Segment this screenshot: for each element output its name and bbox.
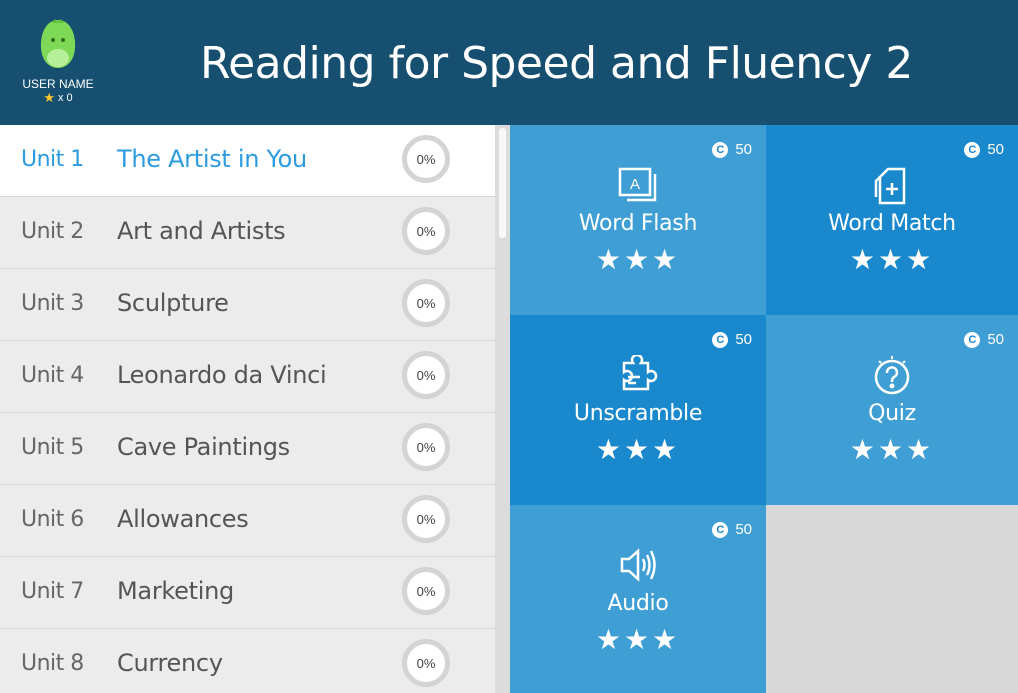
- unit-number: Unit 7: [21, 579, 84, 604]
- card-add-icon: [766, 165, 1018, 205]
- unit-number: Unit 5: [21, 435, 84, 460]
- activity-label: Audio: [607, 591, 669, 616]
- coin-icon: C: [712, 521, 729, 538]
- unit-row-8[interactable]: Unit 8 Currency 0%: [0, 629, 495, 693]
- activity-quiz[interactable]: C 50 Quiz ★★★: [766, 315, 1018, 505]
- progress-circle: 0%: [402, 423, 450, 471]
- unit-number: Unit 3: [21, 291, 84, 316]
- app-header: USER NAME ★ x 0 Reading for Speed and Fl…: [0, 0, 1018, 125]
- activity-word-match[interactable]: C 50 Word Match ★★★: [766, 125, 1018, 315]
- progress-circle: 0%: [402, 207, 450, 255]
- activity-unscramble[interactable]: C 50 Unscramble ★★★: [510, 315, 766, 505]
- unit-title: Leonardo da Vinci: [117, 361, 327, 389]
- activity-label: Word Match: [828, 211, 956, 236]
- activity-label: Quiz: [868, 401, 916, 426]
- unit-row-7[interactable]: Unit 7 Marketing 0%: [0, 557, 495, 629]
- coin-value: 50: [735, 331, 752, 348]
- coin-icon: C: [964, 141, 981, 158]
- progress-circle: 0%: [402, 495, 450, 543]
- unit-row-2[interactable]: Unit 2 Art and Artists 0%: [0, 197, 495, 269]
- progress-circle: 0%: [402, 639, 450, 687]
- scrollbar-thumb[interactable]: [499, 128, 506, 238]
- rating-stars: ★★★: [849, 244, 935, 275]
- unit-number: Unit 8: [21, 651, 84, 676]
- coin-reward: C 50: [712, 331, 752, 348]
- rating-stars: ★★★: [595, 434, 681, 465]
- coin-value: 50: [987, 141, 1004, 158]
- progress-circle: 0%: [402, 351, 450, 399]
- unit-number: Unit 2: [21, 219, 84, 244]
- progress-circle: 0%: [402, 567, 450, 615]
- coin-value: 50: [735, 521, 752, 538]
- progress-circle: 0%: [402, 135, 450, 183]
- activity-word-flash[interactable]: C 50 A Word Flash ★★★: [510, 125, 766, 315]
- rating-stars: ★★★: [595, 624, 681, 655]
- unit-number: Unit 1: [21, 147, 84, 172]
- unit-title: Art and Artists: [117, 217, 286, 245]
- unit-title: Sculpture: [117, 289, 229, 317]
- coin-reward: C 50: [712, 141, 752, 158]
- coin-value: 50: [987, 331, 1004, 348]
- activity-label: Unscramble: [573, 401, 703, 426]
- svg-text:A: A: [630, 176, 640, 193]
- activity-audio[interactable]: C 50 Audio ★★★: [510, 505, 766, 693]
- user-name-label: USER NAME: [22, 77, 94, 91]
- coin-icon: C: [712, 141, 729, 158]
- rating-stars: ★★★: [595, 244, 681, 275]
- mascot-avatar-icon: [40, 19, 76, 68]
- rating-stars: ★★★: [849, 434, 935, 465]
- user-profile[interactable]: USER NAME ★ x 0: [18, 18, 98, 104]
- coin-reward: C 50: [964, 141, 1004, 158]
- speaker-icon: [510, 545, 766, 585]
- star-count: ★ x 0: [18, 91, 98, 104]
- coin-reward: C 50: [964, 331, 1004, 348]
- unit-title: Marketing: [117, 577, 234, 605]
- puzzle-icon: [510, 355, 766, 395]
- unit-list: Unit 1 The Artist in You 0% Unit 2 Art a…: [0, 125, 495, 693]
- coin-icon: C: [964, 331, 981, 348]
- page-title: Reading for Speed and Fluency 2: [200, 38, 913, 89]
- unit-row-4[interactable]: Unit 4 Leonardo da Vinci 0%: [0, 341, 495, 413]
- coin-icon: C: [712, 331, 729, 348]
- unit-title: Allowances: [117, 505, 249, 533]
- unit-title: Currency: [117, 649, 223, 677]
- unit-row-6[interactable]: Unit 6 Allowances 0%: [0, 485, 495, 557]
- unit-row-5[interactable]: Unit 5 Cave Paintings 0%: [0, 413, 495, 485]
- unit-row-3[interactable]: Unit 3 Sculpture 0%: [0, 269, 495, 341]
- progress-circle: 0%: [402, 279, 450, 327]
- star-count-value: x 0: [57, 91, 73, 104]
- flashcard-icon: A: [510, 165, 766, 205]
- coin-reward: C 50: [712, 521, 752, 538]
- coin-value: 50: [735, 141, 752, 158]
- unit-row-1[interactable]: Unit 1 The Artist in You 0%: [0, 125, 495, 197]
- question-icon: [766, 355, 1018, 395]
- empty-tile-slot: [766, 505, 1018, 693]
- unit-number: Unit 4: [21, 363, 84, 388]
- activity-label: Word Flash: [578, 211, 698, 236]
- unit-number: Unit 6: [21, 507, 84, 532]
- unit-title: Cave Paintings: [117, 433, 290, 461]
- unit-title: The Artist in You: [117, 145, 307, 173]
- star-icon: ★: [43, 90, 55, 105]
